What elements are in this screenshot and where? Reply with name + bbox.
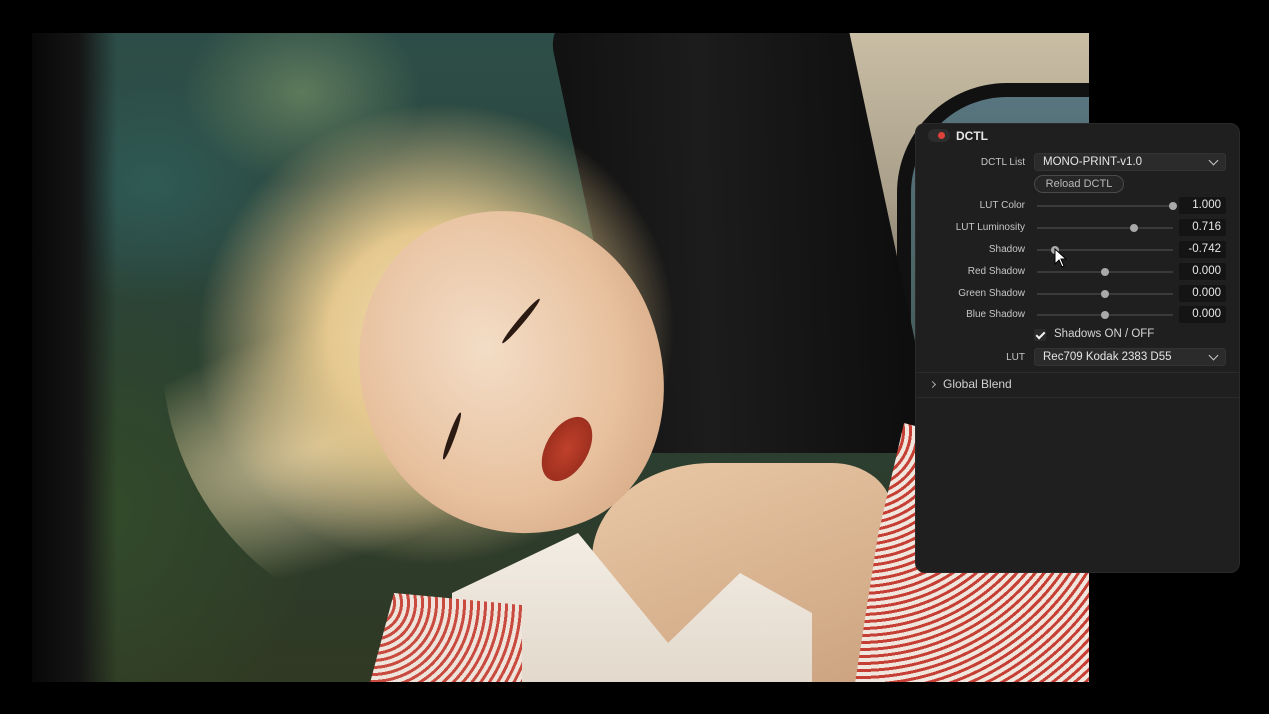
slider-label: Green Shadow bbox=[958, 288, 1025, 299]
shadows-toggle-checkbox[interactable] bbox=[1034, 329, 1046, 341]
slider-label: Red Shadow bbox=[967, 266, 1025, 277]
dctl-panel: DCTL DCTL List MONO-PRINT-v1.0 Reload DC… bbox=[915, 123, 1240, 573]
blue-shadow-slider[interactable] bbox=[1037, 311, 1173, 319]
blue-shadow-value[interactable]: 0.000 bbox=[1179, 306, 1226, 323]
red-shadow-value[interactable]: 0.000 bbox=[1179, 263, 1226, 280]
chevron-down-icon bbox=[1208, 350, 1219, 361]
slider-knob[interactable] bbox=[1169, 202, 1177, 210]
chevron-right-icon bbox=[928, 380, 937, 389]
shadows-toggle-label: Shadows ON / OFF bbox=[1054, 328, 1155, 340]
panel-title: DCTL bbox=[956, 129, 988, 143]
dctl-list-value: MONO-PRINT-v1.0 bbox=[1043, 156, 1143, 168]
red-shadow-slider[interactable] bbox=[1037, 268, 1173, 276]
slider-knob[interactable] bbox=[1101, 311, 1109, 319]
global-blend-label: Global Blend bbox=[943, 377, 1012, 391]
shadow-value[interactable]: -0.742 bbox=[1179, 241, 1226, 258]
slider-knob[interactable] bbox=[1101, 290, 1109, 298]
lut-dropdown[interactable]: Rec709 Kodak 2383 D55 bbox=[1034, 348, 1226, 366]
global-blend-section[interactable]: Global Blend bbox=[928, 377, 1012, 391]
slider-label: LUT Luminosity bbox=[955, 222, 1025, 233]
slider-knob[interactable] bbox=[1130, 224, 1139, 232]
green-shadow-value[interactable]: 0.000 bbox=[1179, 285, 1226, 302]
slider-knob[interactable] bbox=[1101, 268, 1109, 276]
lut-color-slider[interactable] bbox=[1037, 202, 1177, 210]
reload-dctl-button[interactable]: Reload DCTL bbox=[1034, 175, 1124, 193]
slider-label: Shadow bbox=[988, 244, 1025, 255]
divider bbox=[916, 397, 1239, 398]
lut-color-value[interactable]: 1.000 bbox=[1179, 197, 1226, 214]
lut-label: LUT bbox=[1006, 352, 1025, 363]
slider-label: LUT Color bbox=[979, 200, 1025, 211]
panel-header: DCTL bbox=[916, 124, 1239, 148]
chevron-down-icon bbox=[1208, 155, 1219, 166]
car-pillar bbox=[32, 33, 117, 682]
slider-label: Blue Shadow bbox=[966, 309, 1025, 320]
dctl-list-label: DCTL List bbox=[980, 157, 1025, 168]
lut-luminosity-slider[interactable] bbox=[1037, 224, 1173, 232]
lut-luminosity-value[interactable]: 0.716 bbox=[1179, 219, 1226, 236]
mouse-cursor-icon bbox=[1054, 248, 1068, 268]
status-dot-icon bbox=[938, 132, 945, 139]
dctl-list-dropdown[interactable]: MONO-PRINT-v1.0 bbox=[1034, 153, 1226, 171]
lut-value: Rec709 Kodak 2383 D55 bbox=[1043, 351, 1172, 363]
divider bbox=[916, 372, 1239, 373]
green-shadow-slider[interactable] bbox=[1037, 290, 1173, 298]
